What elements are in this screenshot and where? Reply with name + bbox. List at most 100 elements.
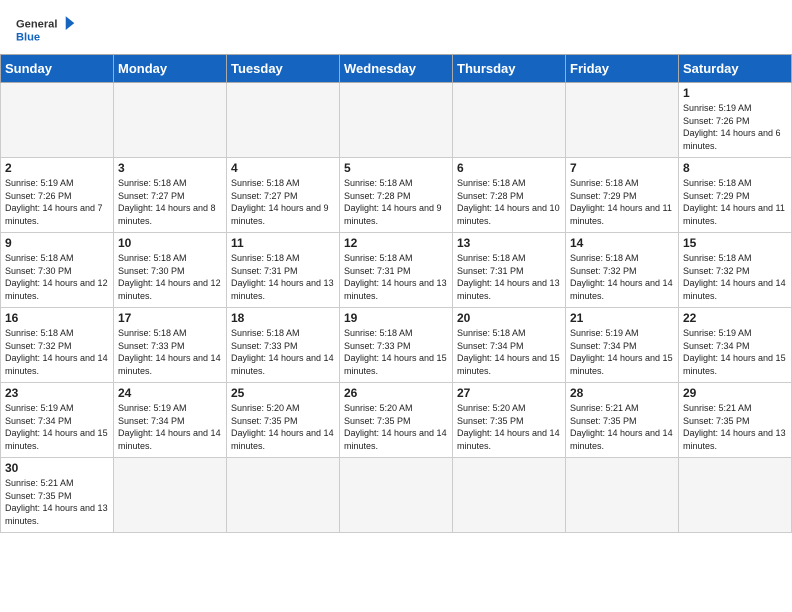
day-info: Sunrise: 5:19 AMSunset: 7:26 PMDaylight:…	[5, 177, 109, 227]
weekday-header-tuesday: Tuesday	[227, 55, 340, 83]
day-info: Sunrise: 5:19 AMSunset: 7:34 PMDaylight:…	[683, 327, 787, 377]
week-row-3: 9 Sunrise: 5:18 AMSunset: 7:30 PMDaylight…	[1, 233, 792, 308]
day-number: 15	[683, 236, 787, 250]
day-cell-17: 17 Sunrise: 5:18 AMSunset: 7:33 PMDayligh…	[114, 308, 227, 383]
day-info: Sunrise: 5:18 AMSunset: 7:33 PMDaylight:…	[118, 327, 222, 377]
day-info: Sunrise: 5:18 AMSunset: 7:30 PMDaylight:…	[118, 252, 222, 302]
day-info: Sunrise: 5:19 AMSunset: 7:26 PMDaylight:…	[683, 102, 787, 152]
day-info: Sunrise: 5:21 AMSunset: 7:35 PMDaylight:…	[570, 402, 674, 452]
day-info: Sunrise: 5:18 AMSunset: 7:31 PMDaylight:…	[344, 252, 448, 302]
day-cell-14: 14 Sunrise: 5:18 AMSunset: 7:32 PMDayligh…	[566, 233, 679, 308]
day-info: Sunrise: 5:19 AMSunset: 7:34 PMDaylight:…	[5, 402, 109, 452]
day-number: 28	[570, 386, 674, 400]
day-number: 16	[5, 311, 109, 325]
day-cell-21: 21 Sunrise: 5:19 AMSunset: 7:34 PMDayligh…	[566, 308, 679, 383]
day-cell-28: 28 Sunrise: 5:21 AMSunset: 7:35 PMDayligh…	[566, 383, 679, 458]
day-info: Sunrise: 5:18 AMSunset: 7:30 PMDaylight:…	[5, 252, 109, 302]
day-info: Sunrise: 5:18 AMSunset: 7:27 PMDaylight:…	[118, 177, 222, 227]
empty-cell	[114, 458, 227, 533]
day-cell-27: 27 Sunrise: 5:20 AMSunset: 7:35 PMDayligh…	[453, 383, 566, 458]
empty-cell	[453, 83, 566, 158]
day-info: Sunrise: 5:20 AMSunset: 7:35 PMDaylight:…	[231, 402, 335, 452]
day-cell-18: 18Sunrise: 5:18 AMSunset: 7:33 PMDayligh…	[227, 308, 340, 383]
day-cell-13: 13Sunrise: 5:18 AMSunset: 7:31 PMDayligh…	[453, 233, 566, 308]
day-number: 6	[457, 161, 561, 175]
weekday-header-wednesday: Wednesday	[340, 55, 453, 83]
day-info: Sunrise: 5:18 AMSunset: 7:27 PMDaylight:…	[231, 177, 335, 227]
day-cell-8: 8 Sunrise: 5:18 AMSunset: 7:29 PMDaylight…	[679, 158, 792, 233]
week-row-5: 23 Sunrise: 5:19 AMSunset: 7:34 PMDayligh…	[1, 383, 792, 458]
day-number: 22	[683, 311, 787, 325]
day-number: 24	[118, 386, 222, 400]
empty-cell	[453, 458, 566, 533]
day-number: 3	[118, 161, 222, 175]
day-info: Sunrise: 5:18 AMSunset: 7:29 PMDaylight:…	[570, 177, 674, 227]
day-number: 29	[683, 386, 787, 400]
day-number: 4	[231, 161, 335, 175]
day-number: 27	[457, 386, 561, 400]
day-cell-24: 24 Sunrise: 5:19 AMSunset: 7:34 PMDayligh…	[114, 383, 227, 458]
day-info: Sunrise: 5:18 AMSunset: 7:29 PMDaylight:…	[683, 177, 787, 227]
week-row-1: 1Sunrise: 5:19 AMSunset: 7:26 PMDaylight…	[1, 83, 792, 158]
weekday-header-monday: Monday	[114, 55, 227, 83]
weekday-header-saturday: Saturday	[679, 55, 792, 83]
empty-cell	[227, 83, 340, 158]
generalblue-logo-icon: General Blue	[16, 12, 76, 48]
day-cell-15: 15 Sunrise: 5:18 AMSunset: 7:32 PMDayligh…	[679, 233, 792, 308]
day-cell-10: 10Sunrise: 5:18 AMSunset: 7:30 PMDayligh…	[114, 233, 227, 308]
day-info: Sunrise: 5:18 AMSunset: 7:32 PMDaylight:…	[5, 327, 109, 377]
empty-cell	[1, 83, 114, 158]
day-number: 14	[570, 236, 674, 250]
day-info: Sunrise: 5:19 AMSunset: 7:34 PMDaylight:…	[118, 402, 222, 452]
day-number: 5	[344, 161, 448, 175]
day-info: Sunrise: 5:18 AMSunset: 7:31 PMDaylight:…	[457, 252, 561, 302]
weekday-header-row: SundayMondayTuesdayWednesdayThursdayFrid…	[1, 55, 792, 83]
day-number: 26	[344, 386, 448, 400]
day-info: Sunrise: 5:18 AMSunset: 7:28 PMDaylight:…	[344, 177, 448, 227]
day-cell-29: 29 Sunrise: 5:21 AMSunset: 7:35 PMDayligh…	[679, 383, 792, 458]
week-row-4: 16 Sunrise: 5:18 AMSunset: 7:32 PMDayligh…	[1, 308, 792, 383]
day-info: Sunrise: 5:20 AMSunset: 7:35 PMDaylight:…	[457, 402, 561, 452]
day-number: 30	[5, 461, 109, 475]
day-info: Sunrise: 5:21 AMSunset: 7:35 PMDaylight:…	[5, 477, 109, 527]
day-info: Sunrise: 5:18 AMSunset: 7:32 PMDaylight:…	[570, 252, 674, 302]
day-number: 8	[683, 161, 787, 175]
day-info: Sunrise: 5:18 AMSunset: 7:33 PMDaylight:…	[231, 327, 335, 377]
day-cell-22: 22 Sunrise: 5:19 AMSunset: 7:34 PMDayligh…	[679, 308, 792, 383]
day-info: Sunrise: 5:18 AMSunset: 7:34 PMDaylight:…	[457, 327, 561, 377]
day-info: Sunrise: 5:19 AMSunset: 7:34 PMDaylight:…	[570, 327, 674, 377]
day-cell-2: 2Sunrise: 5:19 AMSunset: 7:26 PMDaylight…	[1, 158, 114, 233]
weekday-header-sunday: Sunday	[1, 55, 114, 83]
calendar-table: SundayMondayTuesdayWednesdayThursdayFrid…	[0, 54, 792, 533]
day-cell-7: 7Sunrise: 5:18 AMSunset: 7:29 PMDaylight…	[566, 158, 679, 233]
week-row-2: 2Sunrise: 5:19 AMSunset: 7:26 PMDaylight…	[1, 158, 792, 233]
day-cell-26: 26 Sunrise: 5:20 AMSunset: 7:35 PMDayligh…	[340, 383, 453, 458]
weekday-header-friday: Friday	[566, 55, 679, 83]
day-cell-20: 20Sunrise: 5:18 AMSunset: 7:34 PMDayligh…	[453, 308, 566, 383]
day-number: 17	[118, 311, 222, 325]
empty-cell	[679, 458, 792, 533]
empty-cell	[340, 83, 453, 158]
day-cell-4: 4 Sunrise: 5:18 AMSunset: 7:27 PMDaylight…	[227, 158, 340, 233]
day-info: Sunrise: 5:21 AMSunset: 7:35 PMDaylight:…	[683, 402, 787, 452]
day-number: 23	[5, 386, 109, 400]
day-cell-1: 1Sunrise: 5:19 AMSunset: 7:26 PMDaylight…	[679, 83, 792, 158]
empty-cell	[227, 458, 340, 533]
header: General Blue	[0, 0, 792, 54]
day-cell-25: 25 Sunrise: 5:20 AMSunset: 7:35 PMDayligh…	[227, 383, 340, 458]
day-cell-3: 3 Sunrise: 5:18 AMSunset: 7:27 PMDaylight…	[114, 158, 227, 233]
day-cell-12: 12Sunrise: 5:18 AMSunset: 7:31 PMDayligh…	[340, 233, 453, 308]
day-info: Sunrise: 5:18 AMSunset: 7:28 PMDaylight:…	[457, 177, 561, 227]
day-number: 25	[231, 386, 335, 400]
day-cell-9: 9 Sunrise: 5:18 AMSunset: 7:30 PMDaylight…	[1, 233, 114, 308]
empty-cell	[566, 458, 679, 533]
day-number: 9	[5, 236, 109, 250]
day-info: Sunrise: 5:18 AMSunset: 7:32 PMDaylight:…	[683, 252, 787, 302]
day-info: Sunrise: 5:20 AMSunset: 7:35 PMDaylight:…	[344, 402, 448, 452]
day-number: 21	[570, 311, 674, 325]
day-number: 19	[344, 311, 448, 325]
day-number: 11	[231, 236, 335, 250]
day-info: Sunrise: 5:18 AMSunset: 7:31 PMDaylight:…	[231, 252, 335, 302]
empty-cell	[566, 83, 679, 158]
day-cell-16: 16 Sunrise: 5:18 AMSunset: 7:32 PMDayligh…	[1, 308, 114, 383]
